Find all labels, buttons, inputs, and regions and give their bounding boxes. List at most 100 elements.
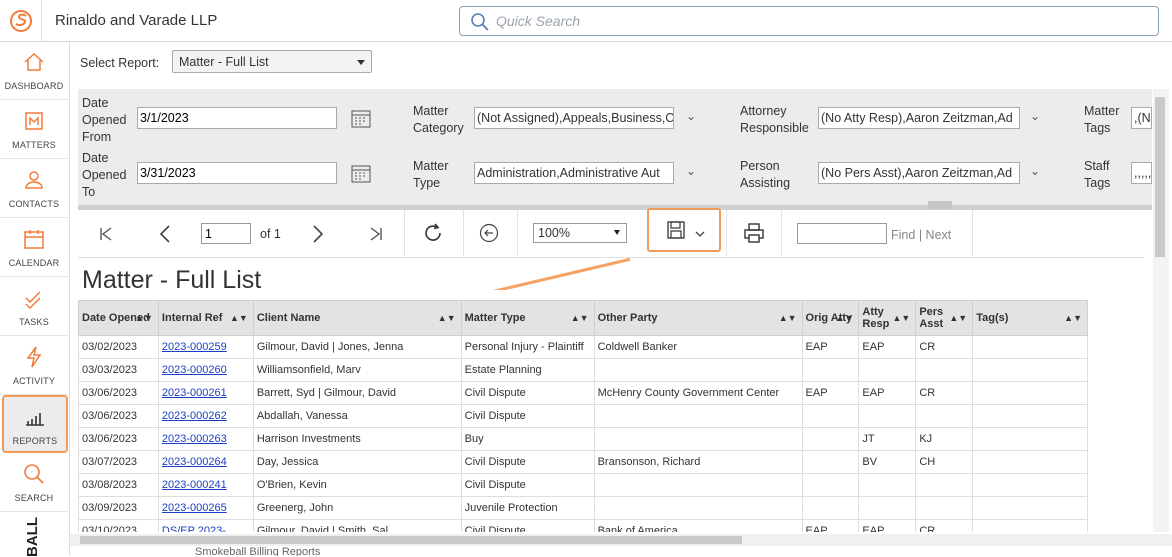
quick-search-input[interactable]: Quick Search — [459, 6, 1159, 36]
table-cell: 2023-000241 — [157, 473, 254, 497]
export-save-button[interactable] — [647, 208, 721, 252]
attorney-responsible-input[interactable]: (No Atty Resp),Aaron Zeitzman,Ad — [818, 107, 1020, 129]
chevron-down-icon[interactable]: ⌄ — [686, 109, 696, 123]
table-row[interactable]: 03/06/2023 2023-000261 Barrett, Syd | Gilm… — [78, 381, 1088, 405]
table-row[interactable]: 03/02/2023 2023-000259 Gilmour, David | Jo… — [78, 335, 1088, 359]
date-to-input[interactable] — [137, 162, 337, 184]
date-from-input[interactable] — [137, 107, 337, 129]
staff-tags-input[interactable]: ,,,,,,, — [1131, 162, 1152, 184]
matter-ref-link[interactable]: 2023-000262 — [162, 410, 227, 422]
print-icon[interactable] — [743, 223, 765, 243]
table-row[interactable]: 03/08/2023 2023-000241 O'Brien, Kevin Civil… — [78, 473, 1088, 497]
matter-category-label: Matter Category — [413, 104, 464, 135]
last-page-icon[interactable] — [368, 226, 384, 242]
matter-ref-link[interactable]: 2023-000261 — [162, 387, 227, 399]
report-table: Date Opened ▲▼ Internal Ref ▲▼ Client Name… — [78, 300, 1088, 532]
report-select[interactable]: Matter - Full List — [172, 50, 372, 73]
refresh-icon[interactable] — [422, 222, 444, 244]
matter-tags-input[interactable]: ,(N — [1131, 107, 1152, 129]
back-icon[interactable] — [479, 223, 499, 243]
table-row[interactable]: 03/09/2023 2023-000265 Greenerg, John Juven… — [78, 496, 1088, 520]
next-link[interactable]: Next — [926, 228, 952, 242]
zoom-select[interactable]: 100% — [533, 223, 627, 243]
chevron-down-icon[interactable]: ⌄ — [686, 164, 696, 178]
column-header[interactable]: Other Party ▲▼ — [593, 300, 803, 336]
table-cell: 03/06/2023 — [78, 427, 159, 451]
find-link[interactable]: Find — [891, 228, 915, 242]
chevron-down-icon[interactable]: ⌄ — [1030, 164, 1040, 178]
table-cell: 2023-000265 — [157, 496, 254, 520]
matter-ref-link[interactable]: 2023-000264 — [162, 456, 227, 468]
table-cell — [801, 450, 860, 474]
nav-label: CONTACTS — [8, 199, 60, 209]
column-header[interactable]: Matter Type ▲▼ — [460, 300, 595, 336]
column-header[interactable]: Internal Ref ▲▼ — [157, 300, 254, 336]
column-header[interactable]: Date Opened ▲▼ — [78, 300, 159, 336]
nav-tasks[interactable]: TASKS — [0, 278, 68, 336]
table-cell: Buy — [460, 427, 595, 451]
vertical-scrollbar[interactable] — [1153, 89, 1169, 532]
scroll-thumb[interactable] — [1155, 97, 1165, 257]
table-cell — [972, 381, 1088, 405]
tasks-icon — [25, 291, 41, 310]
table-cell: 03/08/2023 — [78, 473, 159, 497]
matter-ref-link[interactable]: DS/EP 2023- — [162, 525, 226, 532]
column-header[interactable]: Client Name ▲▼ — [252, 300, 462, 336]
first-page-icon[interactable] — [98, 226, 114, 242]
save-icon — [667, 221, 685, 239]
footer-text: Smokeball Billing Reports — [195, 546, 321, 556]
matter-ref-link[interactable]: 2023-000265 — [162, 502, 227, 514]
column-header[interactable]: Tag(s) ▲▼ — [972, 300, 1088, 336]
find-controls: Find | Next — [891, 228, 951, 242]
person-assisting-label: Person Assisting — [740, 159, 791, 190]
table-row[interactable]: 03/06/2023 2023-000262 Abdallah, Vanessa Ci… — [78, 404, 1088, 428]
table-row[interactable]: 03/10/2023 DS/EP 2023- Gilmour, David | Sm… — [78, 519, 1088, 532]
home-icon — [24, 52, 44, 71]
matter-ref-link[interactable]: 2023-000259 — [162, 341, 227, 353]
next-page-icon[interactable] — [311, 224, 325, 244]
scroll-thumb[interactable] — [80, 536, 742, 544]
nav-calendar[interactable]: CALENDAR — [0, 219, 68, 277]
matter-ref-link[interactable]: 2023-000263 — [162, 433, 227, 445]
table-cell: Estate Planning — [460, 358, 595, 382]
calendar-icon[interactable] — [351, 109, 371, 128]
prev-page-icon[interactable] — [158, 224, 172, 244]
matter-ref-link[interactable]: 2023-000260 — [162, 364, 227, 376]
contacts-icon — [25, 171, 43, 189]
table-cell — [915, 358, 974, 382]
column-header[interactable]: Atty Resp ▲▼ — [858, 300, 917, 336]
horizontal-scrollbar[interactable] — [70, 534, 1172, 546]
table-cell: Coldwell Banker — [593, 335, 803, 359]
nav-matters[interactable]: MATTERS — [0, 101, 68, 159]
table-cell — [593, 358, 803, 382]
collapse-handle[interactable] — [928, 201, 952, 209]
table-row[interactable]: 03/06/2023 2023-000263 Harrison Investment… — [78, 427, 1088, 451]
nav-activity[interactable]: ACTIVITY — [0, 337, 68, 395]
nav-dashboard[interactable]: DASHBOARD — [0, 42, 68, 100]
toolbar-divider — [463, 210, 464, 256]
table-row[interactable]: 03/03/2023 2023-000260 Williamsonfield, Ma… — [78, 358, 1088, 382]
nav-contacts[interactable]: CONTACTS — [0, 160, 68, 218]
column-header[interactable]: Orig Atty ▲▼ — [801, 300, 860, 336]
table-cell — [858, 473, 917, 497]
matter-category-input[interactable]: (Not Assigned),Appeals,Business,C — [474, 107, 674, 129]
nav-search[interactable]: SEARCH — [0, 454, 68, 512]
activity-icon — [26, 346, 42, 368]
column-header[interactable]: Pers Asst ▲▼ — [915, 300, 974, 336]
matter-type-input[interactable]: Administration,Administrative Aut — [474, 162, 674, 184]
nav-label: TASKS — [19, 317, 49, 327]
page-number-input[interactable] — [201, 223, 251, 244]
table-cell: 2023-000261 — [157, 381, 254, 405]
table-cell: 03/06/2023 — [78, 404, 159, 428]
calendar-icon[interactable] — [351, 164, 371, 183]
find-input[interactable] — [797, 223, 887, 244]
smokeball-logo[interactable] — [0, 0, 42, 42]
table-row[interactable]: 03/07/2023 2023-000264 Day, Jessica Civil D… — [78, 450, 1088, 474]
chevron-down-icon[interactable]: ⌄ — [1030, 109, 1040, 123]
table-cell: 03/02/2023 — [78, 335, 159, 359]
nav-reports[interactable]: REPORTS — [2, 395, 68, 453]
table-cell: Civil Dispute — [460, 404, 595, 428]
person-assisting-input[interactable]: (No Pers Asst),Aaron Zeitzman,Ad — [818, 162, 1020, 184]
matter-ref-link[interactable]: 2023-000241 — [162, 479, 227, 491]
footer-strip: Smokeball Billing Reports — [70, 546, 1172, 556]
